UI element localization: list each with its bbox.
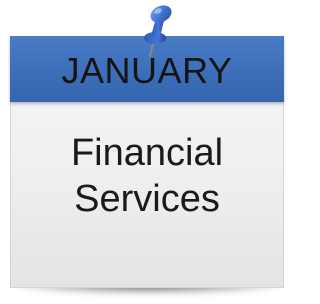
note-title: Financial Services [10, 130, 284, 222]
sticky-note: JANUARY Financial Services [0, 0, 296, 304]
note-title-line-2: Services [74, 178, 220, 220]
push-pin-icon [144, 5, 172, 57]
note-title-line-1: Financial [70, 132, 224, 174]
